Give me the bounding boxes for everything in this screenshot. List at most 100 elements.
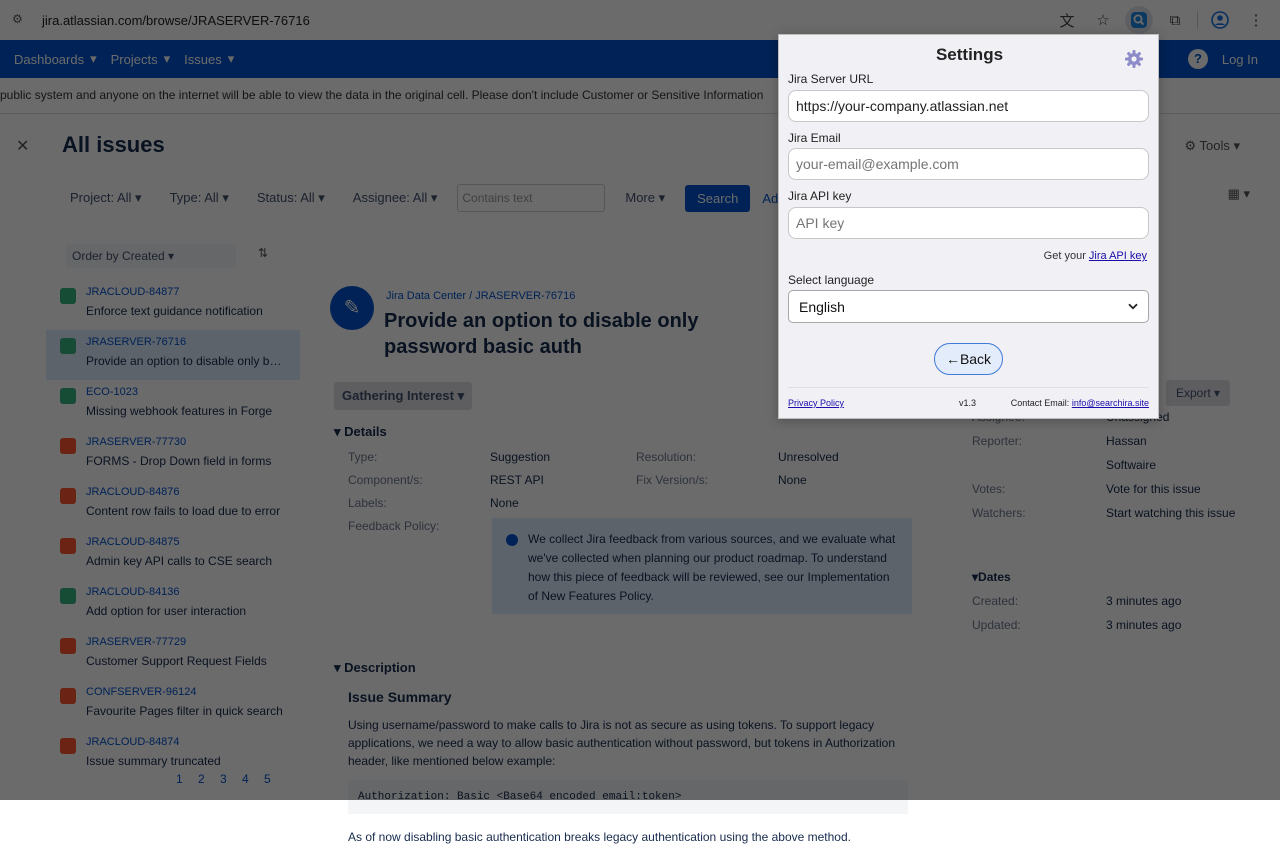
- issue-summary: Favourite Pages filter in quick search: [86, 704, 283, 718]
- settings-popup: Settings Jira Server URL Jira Email Jira…: [778, 34, 1159, 419]
- search-button[interactable]: Search: [685, 184, 751, 212]
- issue-type-icon: [60, 638, 76, 654]
- issue-type-icon: [60, 438, 76, 454]
- dates-row: Updated: 3 minutes ago: [972, 618, 1262, 642]
- people-label: Votes:: [972, 482, 1006, 496]
- issue-key: CONFSERVER-96124: [86, 686, 197, 698]
- people-value[interactable]: Vote for this issue: [1106, 482, 1201, 506]
- project-avatar-icon: ✎: [330, 286, 374, 330]
- description-heading[interactable]: ▾ Description: [334, 660, 416, 676]
- layout-switcher-icon[interactable]: ▦ ▾: [1228, 186, 1250, 202]
- people-panel: Assignee:Unassigned Reporter:Hassan Soft…: [972, 410, 1262, 642]
- filter-label: Assignee: All: [352, 190, 428, 205]
- people-value[interactable]: Hassan: [1106, 434, 1147, 458]
- searchira-extension-icon[interactable]: [1125, 6, 1153, 34]
- issue-type-icon: [60, 588, 76, 604]
- browser-menu-icon[interactable]: ⋮: [1242, 6, 1270, 34]
- jira-api-key-input[interactable]: [788, 207, 1149, 239]
- back-button[interactable]: ←Back: [934, 343, 1003, 375]
- list-item[interactable]: JRASERVER-77730 FORMS - Drop Down field i…: [46, 430, 300, 480]
- bookmark-star-icon[interactable]: ☆: [1089, 6, 1117, 34]
- detail-label: Type:: [348, 450, 378, 464]
- contains-text-input[interactable]: Contains text: [457, 184, 606, 212]
- issue-key: ECO-1023: [86, 386, 138, 398]
- breadcrumb[interactable]: Jira Data Center / JRASERVER-76716: [386, 290, 575, 302]
- list-item[interactable]: JRASERVER-76716 Provide an option to disa…: [46, 330, 300, 380]
- issue-summary: Customer Support Request Fields: [86, 654, 267, 668]
- detail-label: Component/s:: [348, 473, 423, 487]
- list-item[interactable]: JRACLOUD-84875 Admin key API calls to CSE…: [46, 530, 300, 580]
- dates-label: Updated:: [972, 618, 1021, 632]
- help-icon[interactable]: ?: [1188, 49, 1208, 69]
- detail-value: None: [490, 496, 519, 510]
- description-heading-label: Description: [344, 660, 416, 675]
- order-by-label: Order by Created: [72, 249, 165, 263]
- issue-key: JRACLOUD-84877: [86, 286, 180, 298]
- details-heading-label: Details: [344, 424, 387, 439]
- dates-heading[interactable]: ▾ Dates: [972, 570, 1262, 594]
- issue-summary: Add option for user interaction: [86, 604, 247, 618]
- filter-status[interactable]: Status: All ▾: [249, 184, 333, 212]
- contact-email-link[interactable]: info@searchira.site: [1072, 398, 1149, 408]
- nav-projects[interactable]: Projects: [111, 52, 158, 67]
- people-label: Watchers:: [972, 506, 1026, 520]
- translate-icon[interactable]: 文: [1053, 6, 1081, 34]
- more-label: More: [625, 190, 655, 205]
- version-label: v1.3: [959, 398, 977, 408]
- login-link[interactable]: Log In: [1222, 52, 1258, 67]
- details-heading[interactable]: ▾ Details: [334, 424, 387, 440]
- jira-api-key-link[interactable]: Jira API key: [1089, 250, 1147, 262]
- description-text: As of now disabling basic authentication…: [348, 830, 851, 844]
- order-by-select[interactable]: Order by Created ▾: [66, 244, 236, 268]
- filter-bar: Project: All ▾ Type: All ▾ Status: All ▾…: [62, 184, 820, 212]
- jira-email-input[interactable]: [788, 148, 1149, 180]
- privacy-policy-link[interactable]: Privacy Policy: [788, 398, 844, 408]
- filter-label: Project: All: [70, 190, 132, 205]
- filter-assignee[interactable]: Assignee: All ▾: [345, 184, 446, 212]
- export-button[interactable]: Export ▾: [1166, 380, 1231, 406]
- details-row: Type: Suggestion Resolution: Unresolved: [348, 450, 924, 473]
- sort-direction-icon[interactable]: ⇅: [258, 246, 268, 260]
- people-value[interactable]: Start watching this issue: [1106, 506, 1235, 530]
- close-icon[interactable]: ✕: [16, 136, 29, 156]
- people-label: Reporter:: [972, 434, 1023, 448]
- site-info-icon[interactable]: ⚙: [12, 12, 28, 28]
- extensions-puzzle-icon[interactable]: ⧉: [1161, 6, 1189, 34]
- language-label: Select language: [788, 273, 875, 287]
- people-row: Softwaire: [972, 458, 1262, 482]
- filter-project[interactable]: Project: All ▾: [62, 184, 150, 212]
- address-bar[interactable]: jira.atlassian.com/browse/JRASERVER-7671…: [42, 13, 310, 28]
- nav-issues[interactable]: Issues: [184, 52, 222, 67]
- list-item[interactable]: CONFSERVER-96124 Favourite Pages filter i…: [46, 680, 300, 730]
- tools-button[interactable]: ⚙ Tools ▾: [1184, 138, 1240, 154]
- feedback-policy-text: We collect Jira feedback from various so…: [528, 532, 896, 603]
- language-select[interactable]: English: [788, 290, 1149, 323]
- code-block: Authorization: Basic <Base64 encoded ema…: [348, 780, 908, 814]
- nav-dashboards[interactable]: Dashboards: [14, 52, 84, 67]
- filter-type[interactable]: Type: All ▾: [162, 184, 237, 212]
- detail-value[interactable]: REST API: [490, 473, 636, 496]
- more-filters-button[interactable]: More ▾: [617, 184, 673, 212]
- issue-key: JRACLOUD-84875: [86, 536, 180, 548]
- list-item[interactable]: JRACLOUD-84136 Add option for user intera…: [46, 580, 300, 630]
- list-item[interactable]: ECO-1023 Missing webhook features in Forg…: [46, 380, 300, 430]
- dates-row: Created: 3 minutes ago: [972, 594, 1262, 618]
- gear-icon[interactable]: [1124, 49, 1144, 69]
- contact-email-label: Contact Email:: [1010, 398, 1070, 408]
- status-button[interactable]: Gathering Interest ▾: [334, 382, 473, 410]
- jira-server-url-input[interactable]: [788, 90, 1149, 122]
- feedback-policy-panel: We collect Jira feedback from various so…: [492, 518, 912, 614]
- detail-value: Suggestion: [490, 450, 551, 464]
- get-api-key-hint: Get your Jira API key: [1044, 250, 1147, 262]
- issue-key: JRACLOUD-84874: [86, 736, 180, 748]
- profile-avatar-icon[interactable]: [1206, 6, 1234, 34]
- pagination[interactable]: 1 2 3 4 5: [176, 772, 277, 786]
- detail-label: Labels:: [348, 496, 387, 510]
- list-item[interactable]: JRACLOUD-84876 Content row fails to load …: [46, 480, 300, 530]
- tools-label: Tools: [1199, 138, 1230, 153]
- jira-api-key-label: Jira API key: [788, 189, 852, 203]
- issue-type-icon: [60, 538, 76, 554]
- list-item[interactable]: JRASERVER-77729 Customer Support Request …: [46, 630, 300, 680]
- footer-divider: [788, 387, 1149, 388]
- list-item[interactable]: JRACLOUD-84877 Enforce text guidance noti…: [46, 280, 300, 330]
